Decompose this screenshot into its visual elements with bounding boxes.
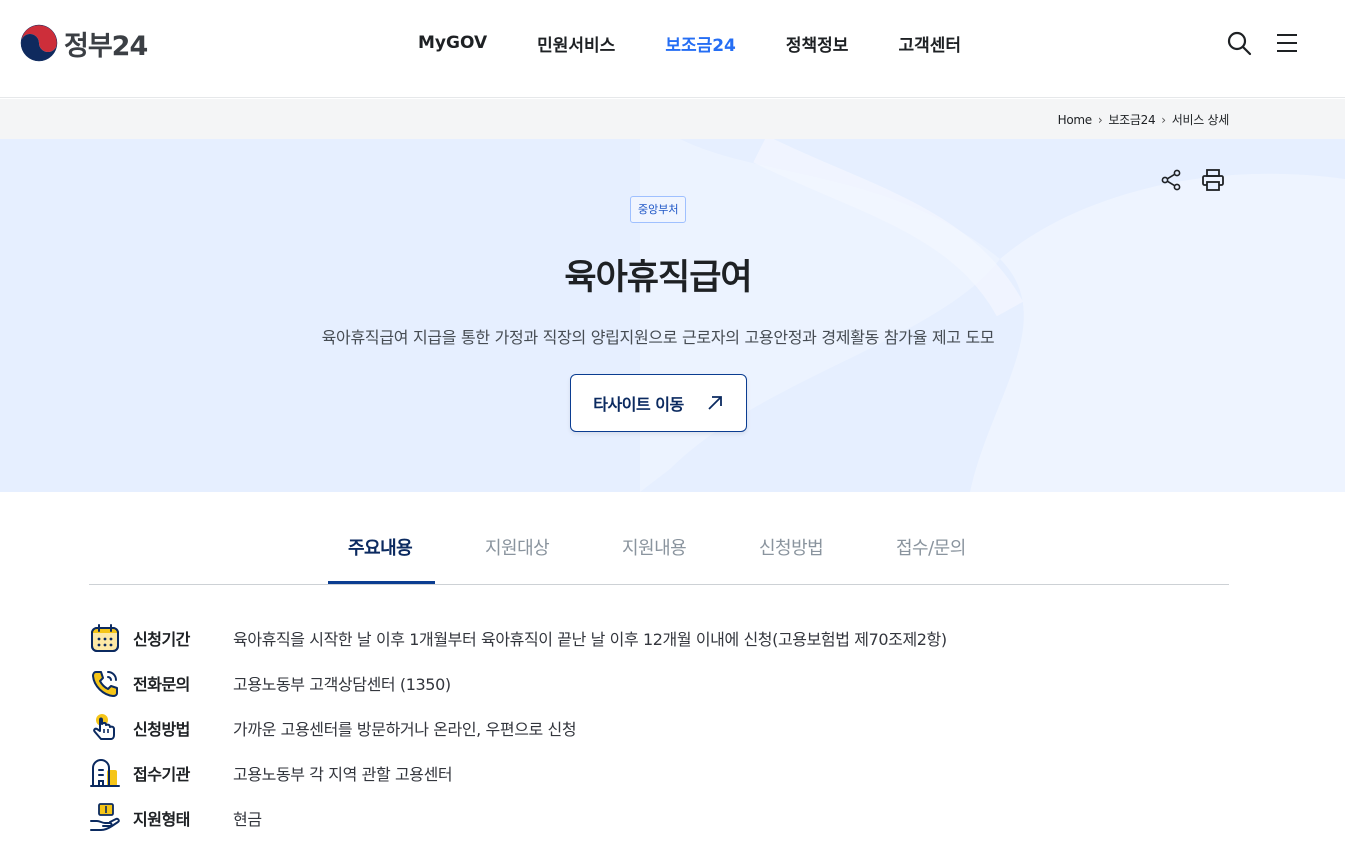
site-header: 정부24 MyGOV 민원서비스 보조금24 정책정보 고객센터 <box>0 0 1345 98</box>
search-icon[interactable] <box>1226 30 1252 56</box>
tab-main-content[interactable]: 주요내용 <box>348 534 413 560</box>
info-value: 현금 <box>233 810 262 829</box>
service-description: 육아휴직급여 지급을 통한 가정과 직장의 양립지원으로 근로자의 고용안정과 … <box>321 328 995 347</box>
breadcrumb-subsidy24[interactable]: 보조금24 <box>1108 111 1155 128</box>
building-icon <box>90 759 120 787</box>
main-nav: MyGOV 민원서비스 보조금24 정책정보 고객센터 <box>418 30 1011 56</box>
breadcrumb: Home › 보조금24 › 서비스 상세 <box>1058 111 1230 128</box>
info-value: 고용노동부 각 지역 관할 고용센터 <box>233 765 453 784</box>
print-icon[interactable] <box>1200 167 1226 193</box>
share-icon[interactable] <box>1158 167 1184 193</box>
tab-contact[interactable]: 접수/문의 <box>896 534 966 560</box>
external-site-button[interactable]: 타사이트 이동 <box>570 374 747 432</box>
decorative-leaf-background <box>640 139 1345 492</box>
info-value: 육아휴직을 시작한 날 이후 1개월부터 육아휴직이 끝난 날 이후 12개월 … <box>233 630 947 649</box>
page-title: 육아휴직급여 <box>564 258 752 298</box>
category-badge: 중앙부처 <box>630 196 687 223</box>
hamburger-menu-icon[interactable] <box>1274 30 1300 56</box>
info-row-phone-inquiry: 전화문의 고용노동부 고객상담센터 (1350) <box>89 665 1229 701</box>
info-label: 전화문의 <box>133 675 190 694</box>
info-row-application-method: 신청방법 가까운 고용센터를 방문하거나 온라인, 우편으로 신청 <box>89 710 1229 746</box>
info-label: 접수기관 <box>133 765 190 784</box>
info-row-support-type: 지원형태 현금 <box>89 800 1229 836</box>
info-row-receiving-agency: 접수기관 고용노동부 각 지역 관할 고용센터 <box>89 755 1229 791</box>
tab-support-details[interactable]: 지원내용 <box>622 534 687 560</box>
hand-pointer-icon <box>93 714 115 740</box>
info-label: 신청방법 <box>133 720 190 739</box>
breadcrumb-current: 서비스 상세 <box>1171 113 1230 127</box>
nav-policy-info[interactable]: 정책정보 <box>786 31 849 56</box>
cash-hand-icon <box>90 803 120 831</box>
phone-icon <box>92 671 118 697</box>
info-label: 신청기간 <box>133 630 190 649</box>
info-value: 가까운 고용센터를 방문하거나 온라인, 우편으로 신청 <box>233 720 577 739</box>
logo-text: 정부24 <box>64 30 148 62</box>
breadcrumb-bar: Home › 보조금24 › 서비스 상세 <box>0 99 1345 139</box>
info-value: 고용노동부 고객상담센터 (1350) <box>233 675 451 694</box>
tab-application-method[interactable]: 신청방법 <box>759 534 824 560</box>
active-tab-indicator <box>328 581 435 584</box>
chevron-right-icon: › <box>1097 112 1103 127</box>
nav-subsidy24[interactable]: 보조금24 <box>665 31 736 56</box>
nav-civil-services[interactable]: 민원서비스 <box>537 31 615 56</box>
tab-eligibility[interactable]: 지원대상 <box>485 534 550 560</box>
breadcrumb-home[interactable]: Home <box>1058 113 1093 127</box>
arrow-up-right-icon <box>708 396 722 410</box>
external-site-button-label: 타사이트 이동 <box>593 395 684 414</box>
site-logo[interactable]: 정부24 <box>20 24 148 62</box>
info-label: 지원형태 <box>133 810 190 829</box>
nav-mygov[interactable]: MyGOV <box>418 33 487 53</box>
nav-customer-center[interactable]: 고객센터 <box>898 31 961 56</box>
taegeuk-logo-icon <box>20 24 58 62</box>
info-row-application-period: 신청기간 육아휴직을 시작한 날 이후 1개월부터 육아휴직이 끝난 날 이후 … <box>89 620 1229 656</box>
chevron-right-icon: › <box>1161 112 1166 127</box>
calendar-icon <box>91 624 119 652</box>
content-tabs: 주요내용 지원대상 지원내용 신청방법 접수/문의 <box>89 512 1229 585</box>
service-hero: 중앙부처 육아휴직급여 육아휴직급여 지급을 통한 가정과 직장의 양립지원으로… <box>0 139 1345 492</box>
